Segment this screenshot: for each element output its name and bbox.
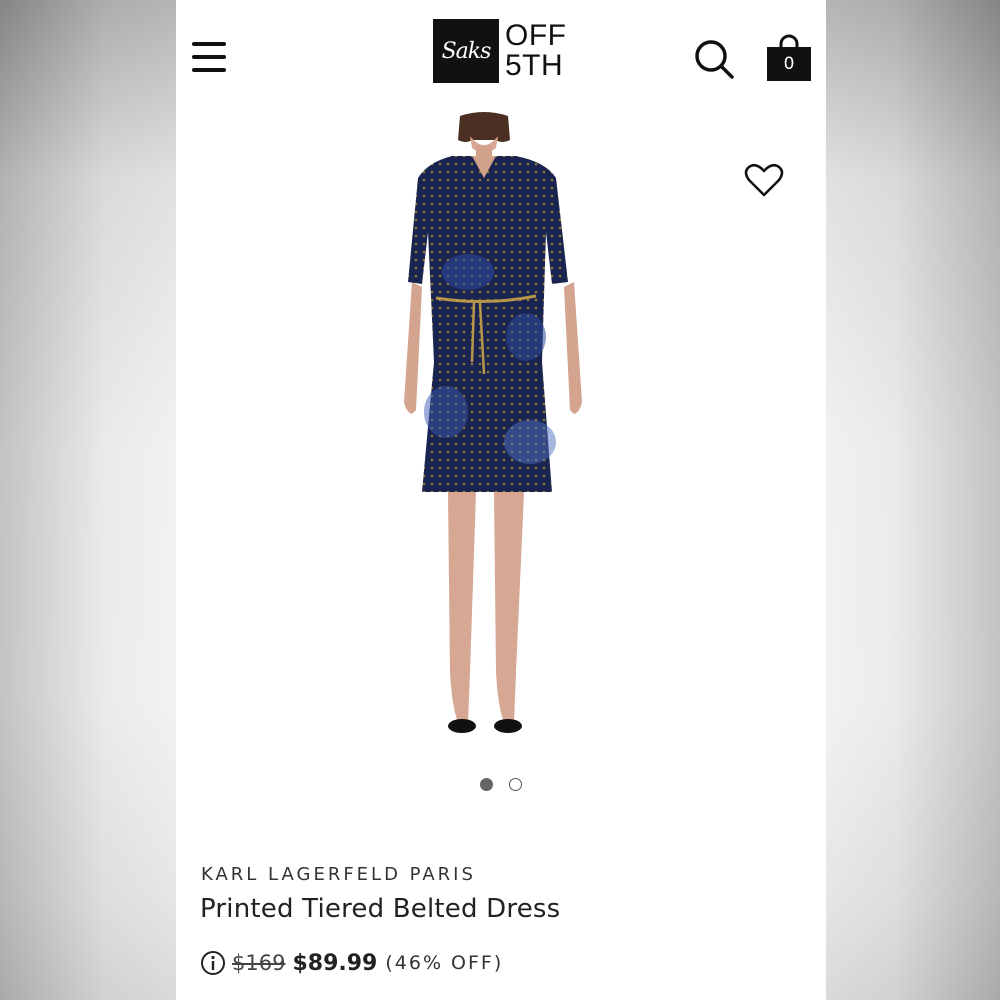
discount-badge: (46% OFF) (385, 952, 504, 974)
logo-wordmark: OFF 5TH (505, 21, 567, 81)
logo-line-2: 5TH (505, 49, 564, 82)
app-screen: Saks OFF 5TH 0 KARL LAGERFELD PARIS Prin… (176, 0, 826, 1000)
saks-off-5th-logo[interactable]: Saks OFF 5TH (433, 18, 567, 84)
info-icon[interactable] (200, 950, 226, 976)
bag-count: 0 (783, 54, 795, 74)
image-carousel-dots (480, 778, 522, 791)
carousel-dot-2[interactable] (509, 778, 522, 791)
background-right (824, 0, 1000, 1000)
menu-icon[interactable] (190, 40, 228, 74)
sale-price: $89.99 (292, 950, 378, 976)
background-left (0, 0, 176, 1000)
product-title: Printed Tiered Belted Dress (200, 894, 561, 924)
shopping-bag-button[interactable]: 0 (766, 34, 812, 82)
heart-icon[interactable] (744, 162, 784, 198)
search-icon[interactable] (693, 38, 735, 80)
logo-mark: Saks (433, 19, 499, 83)
site-header: Saks OFF 5TH 0 (176, 0, 826, 110)
logo-line-1: OFF (505, 19, 567, 52)
product-brand[interactable]: KARL LAGERFELD PARIS (201, 864, 476, 885)
carousel-dot-1[interactable] (480, 778, 493, 791)
product-image[interactable] (356, 112, 646, 752)
price-row: $169 $89.99 (46% OFF) (200, 950, 503, 976)
original-price: $169 (232, 951, 286, 975)
